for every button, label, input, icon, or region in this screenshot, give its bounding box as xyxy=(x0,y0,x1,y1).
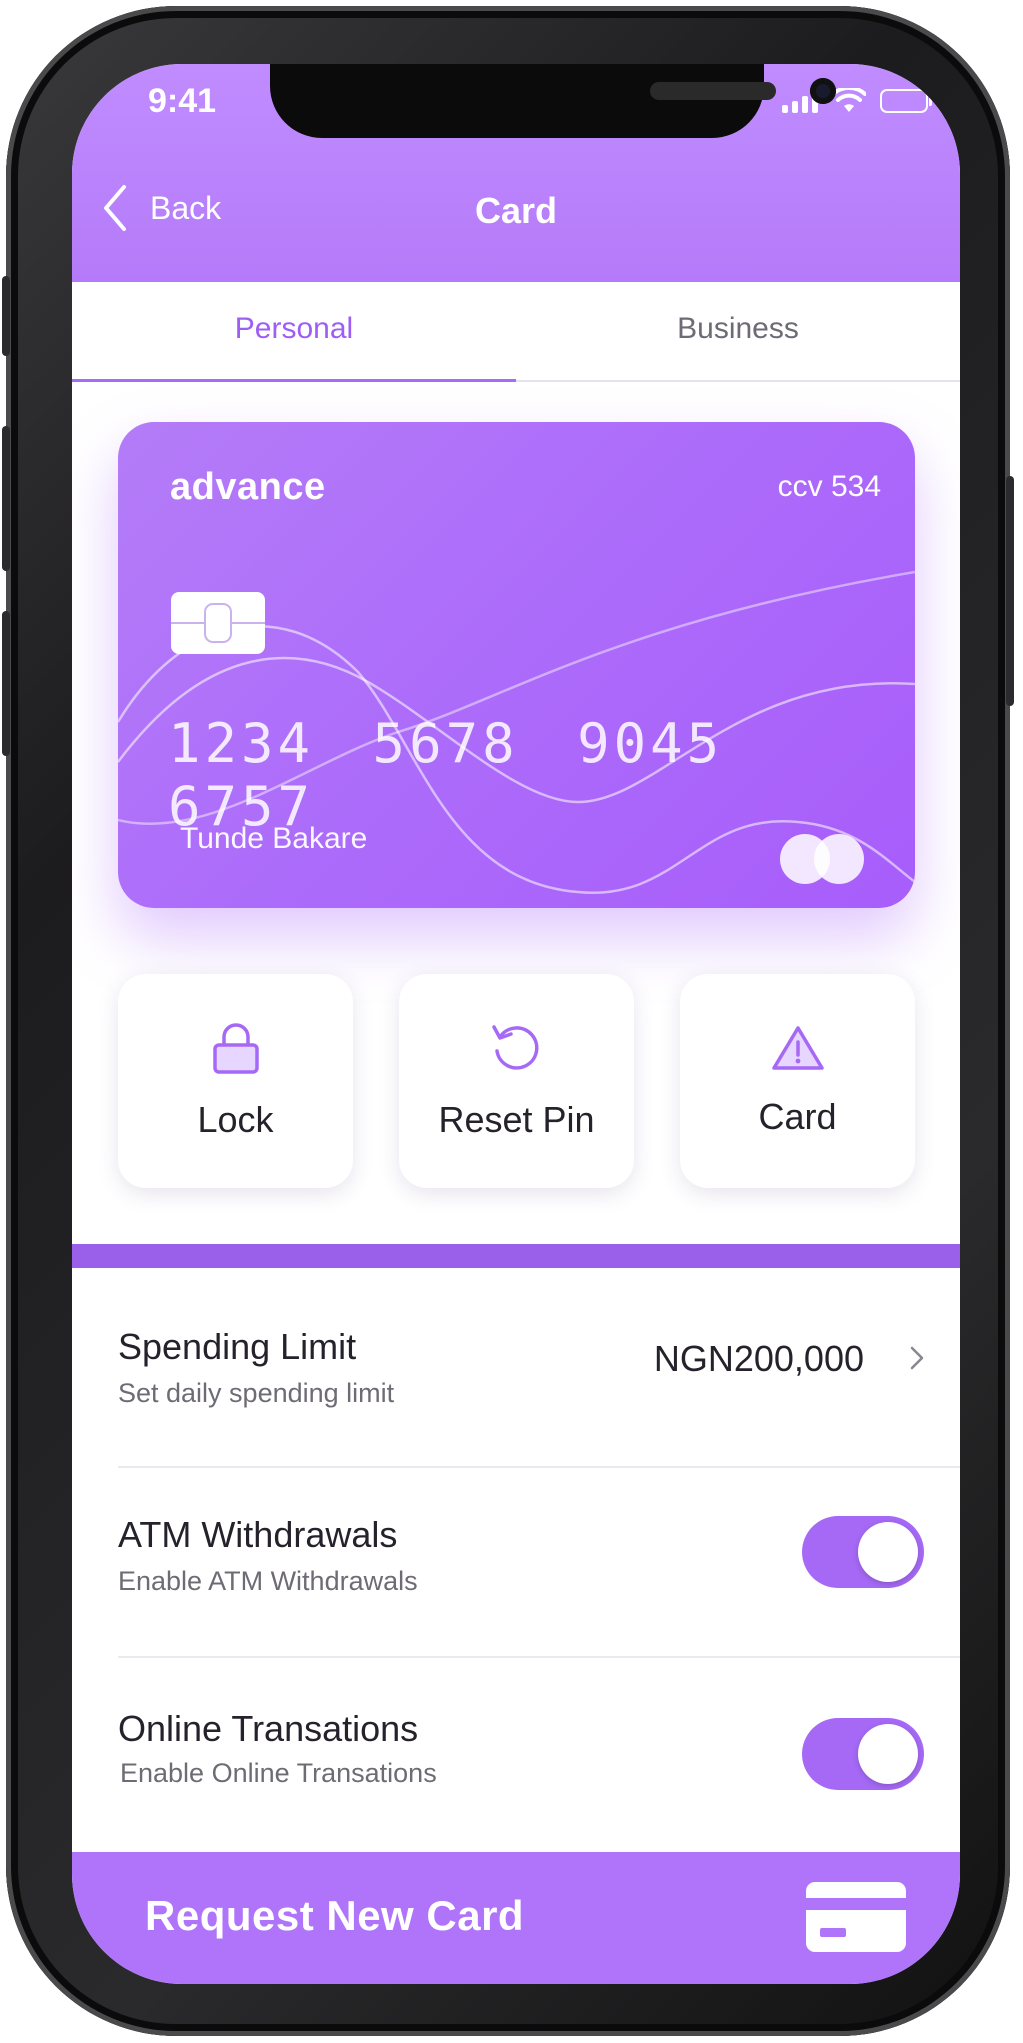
report-card-button[interactable]: Card xyxy=(680,974,915,1188)
tab-business[interactable]: Business xyxy=(516,282,960,380)
request-new-card-label: Request New Card xyxy=(145,1892,525,1939)
report-card-label: Card xyxy=(758,1096,837,1137)
status-time: 9:41 xyxy=(148,82,217,120)
volume-down-button xyxy=(2,611,10,756)
atm-withdrawals-subtitle: Enable ATM Withdrawals xyxy=(118,1566,418,1596)
lock-label: Lock xyxy=(197,1099,274,1140)
reset-pin-button[interactable]: Reset Pin xyxy=(399,974,634,1188)
reset-pin-label: Reset Pin xyxy=(438,1099,595,1140)
spending-limit-row[interactable]: Spending Limit Set daily spending limit … xyxy=(118,1268,960,1468)
card-number: 1234 5678 9045 6757 xyxy=(168,712,724,838)
spending-limit-title: Spending Limit xyxy=(118,1326,357,1367)
volume-up-button xyxy=(2,426,10,571)
tab-bar: Personal Business xyxy=(72,282,960,382)
page-title: Card xyxy=(474,190,558,231)
front-camera xyxy=(810,78,836,104)
status-icons xyxy=(782,88,932,114)
silent-switch xyxy=(2,276,10,356)
phone-frame: 9:41 Back Card Personal Business advance… xyxy=(2,6,1014,2036)
power-button xyxy=(1006,476,1014,706)
speaker-grille xyxy=(650,82,776,100)
atm-withdrawals-toggle[interactable] xyxy=(802,1516,924,1588)
online-transactions-toggle[interactable] xyxy=(802,1718,924,1790)
warning-icon xyxy=(771,1026,824,1070)
spending-limit-subtitle: Set daily spending limit xyxy=(118,1378,395,1408)
atm-withdrawals-title: ATM Withdrawals xyxy=(118,1514,398,1555)
card-ccv: ccv 534 xyxy=(777,470,881,503)
chevron-right-icon xyxy=(910,1346,924,1370)
tab-personal[interactable]: Personal xyxy=(72,282,516,382)
atm-withdrawals-row: ATM Withdrawals Enable ATM Withdrawals xyxy=(118,1468,960,1658)
app-header: 9:41 Back Card xyxy=(72,64,960,282)
battery-icon xyxy=(880,89,932,113)
card-chip-icon xyxy=(171,592,265,654)
card-holder-name: Tunde Bakare xyxy=(180,822,368,855)
section-divider xyxy=(72,1244,960,1268)
screen: 9:41 Back Card Personal Business advance… xyxy=(72,64,960,1984)
wifi-icon xyxy=(832,88,866,112)
card-brand-logo: advance xyxy=(170,466,326,508)
bank-card[interactable]: advance ccv 534 1234 5678 9045 6757 Tund… xyxy=(118,422,915,908)
lock-icon xyxy=(212,1023,259,1074)
reset-icon xyxy=(491,1025,538,1070)
credit-card-icon xyxy=(806,1882,906,1952)
spending-limit-value: NGN200,000 xyxy=(653,1338,864,1379)
device-notch xyxy=(270,64,836,138)
toggle-knob xyxy=(858,1724,918,1784)
online-transactions-subtitle: Enable Online Transations xyxy=(120,1758,437,1788)
online-transactions-row: Online Transations Enable Online Transat… xyxy=(118,1658,960,1848)
card-network-icon xyxy=(780,834,866,884)
toggle-knob xyxy=(858,1522,918,1582)
online-transactions-title: Online Transations xyxy=(118,1708,419,1749)
card-actions: Lock Reset Pin Card xyxy=(118,974,915,1188)
lock-card-button[interactable]: Lock xyxy=(118,974,353,1188)
request-new-card-button[interactable]: Request New Card xyxy=(72,1852,960,1984)
